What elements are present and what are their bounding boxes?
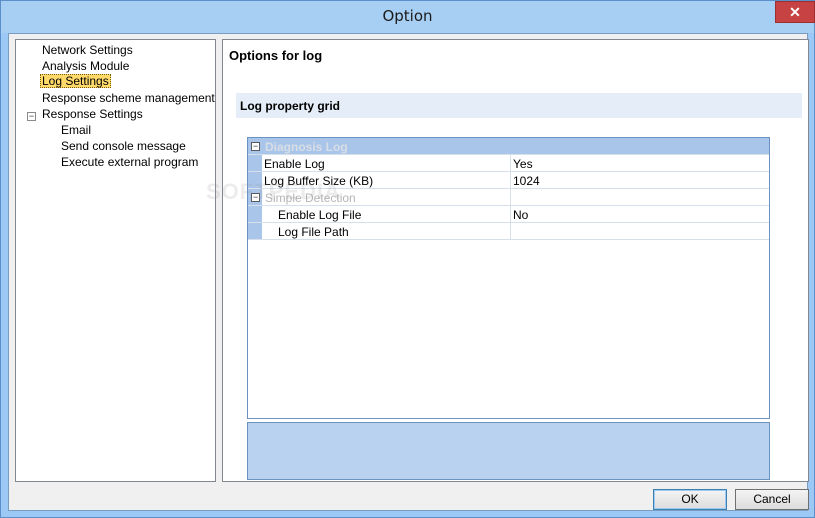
tree-item-analysis-module[interactable]: Analysis Module <box>41 59 130 73</box>
column-divider[interactable] <box>510 223 511 239</box>
option-window: Option ✕ Network Settings Analysis Modul… <box>0 0 815 518</box>
close-button[interactable]: ✕ <box>775 1 815 23</box>
page-title: Options for log <box>229 48 323 63</box>
row-margin <box>248 223 262 239</box>
category-row-diagnosis-log[interactable]: − Diagnosis Log <box>248 138 769 155</box>
row-margin <box>248 172 262 188</box>
description-pane <box>247 422 770 480</box>
window-title: Option <box>382 7 433 25</box>
section-header: Log property grid <box>236 93 802 118</box>
title-bar[interactable]: Option ✕ <box>1 1 815 33</box>
ok-button[interactable]: OK <box>653 489 727 510</box>
property-row[interactable]: Enable Log File No <box>248 206 769 223</box>
collapse-icon[interactable]: − <box>27 112 36 121</box>
column-divider[interactable] <box>510 206 511 222</box>
options-panel: Options for log Log property grid − Diag… <box>222 39 809 482</box>
property-grid[interactable]: − Diagnosis Log Enable Log Yes Log Buffe… <box>247 137 770 419</box>
tree-item-response-scheme-management[interactable]: Response scheme management <box>41 91 216 105</box>
tree-item-network-settings[interactable]: Network Settings <box>41 43 134 57</box>
collapse-icon[interactable]: − <box>251 193 260 202</box>
property-value[interactable]: Yes <box>513 157 533 171</box>
subcategory-label: Simple Detection <box>265 191 356 205</box>
row-margin <box>248 206 262 222</box>
close-icon: ✕ <box>789 4 801 20</box>
property-name: Log File Path <box>278 225 349 239</box>
tree-item-email[interactable]: Email <box>60 123 92 137</box>
tree-item-send-console-message[interactable]: Send console message <box>60 139 187 153</box>
row-margin <box>248 155 262 171</box>
tree-item-execute-external-program[interactable]: Execute external program <box>60 155 199 169</box>
tree-item-log-settings[interactable]: Log Settings <box>40 74 111 88</box>
category-label: Diagnosis Log <box>265 140 348 154</box>
tree-item-response-settings[interactable]: Response Settings <box>41 107 144 121</box>
property-row[interactable]: Log File Path <box>248 223 769 240</box>
category-row-simple-detection[interactable]: − Simple Detection <box>248 189 769 206</box>
column-divider[interactable] <box>510 172 511 188</box>
property-row[interactable]: Log Buffer Size (KB) 1024 <box>248 172 769 189</box>
property-name: Enable Log <box>264 157 325 171</box>
column-divider[interactable] <box>510 155 511 171</box>
property-value[interactable]: No <box>513 208 528 222</box>
property-row[interactable]: Enable Log Yes <box>248 155 769 172</box>
column-divider[interactable] <box>510 189 511 205</box>
property-name: Log Buffer Size (KB) <box>264 174 374 188</box>
cancel-button[interactable]: Cancel <box>735 489 809 510</box>
property-name: Enable Log File <box>278 208 362 222</box>
collapse-icon[interactable]: − <box>251 142 260 151</box>
property-value[interactable]: 1024 <box>513 174 540 188</box>
section-title: Log property grid <box>240 99 340 113</box>
settings-tree[interactable]: Network Settings Analysis Module Log Set… <box>15 39 216 482</box>
dialog-body: Network Settings Analysis Module Log Set… <box>8 33 809 511</box>
